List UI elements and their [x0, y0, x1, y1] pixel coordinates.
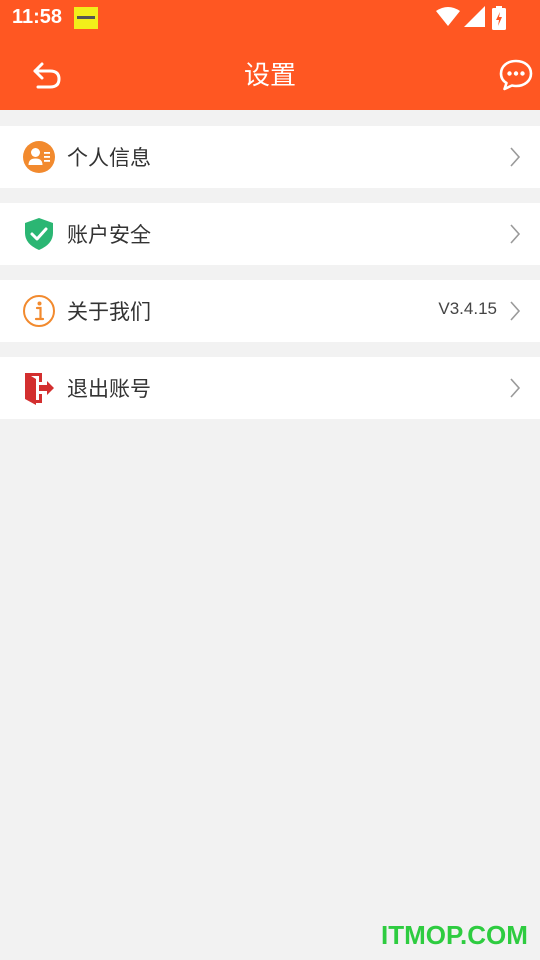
- chevron-right-icon: [510, 378, 521, 398]
- settings-item-personal-info[interactable]: 个人信息: [0, 126, 540, 188]
- signal-icon: [464, 6, 485, 27]
- wifi-icon: [436, 7, 460, 26]
- app-notification-icon: [74, 7, 98, 29]
- logout-door-icon: [25, 373, 54, 405]
- chevron-right-icon: [510, 147, 521, 167]
- personal-info-icon: [23, 141, 55, 173]
- settings-item-logout[interactable]: 退出账号: [0, 357, 540, 419]
- settings-item-label: 退出账号: [67, 377, 151, 401]
- watermark: ITMOP.COM: [381, 920, 528, 950]
- shield-check-icon: [25, 218, 53, 250]
- page-title: 设置: [243, 61, 296, 91]
- settings-item-account-security[interactable]: 账户安全: [0, 203, 540, 265]
- chevron-right-icon: [510, 224, 521, 244]
- settings-item-label: 账户安全: [67, 223, 151, 247]
- settings-item-label: 个人信息: [67, 146, 151, 170]
- app-header: 11:58 设置: [0, 0, 540, 110]
- settings-item-about-us[interactable]: 关于我们 V3.4.15: [0, 280, 540, 342]
- settings-item-label: 关于我们: [67, 300, 151, 324]
- status-bar: 11:58: [0, 0, 540, 36]
- chat-bubble-icon[interactable]: [498, 58, 534, 92]
- battery-icon: [492, 6, 506, 30]
- status-time: 11:58: [12, 6, 63, 28]
- chevron-right-icon: [510, 301, 521, 321]
- version-value: V3.4.15: [438, 299, 497, 318]
- info-icon: [23, 295, 55, 327]
